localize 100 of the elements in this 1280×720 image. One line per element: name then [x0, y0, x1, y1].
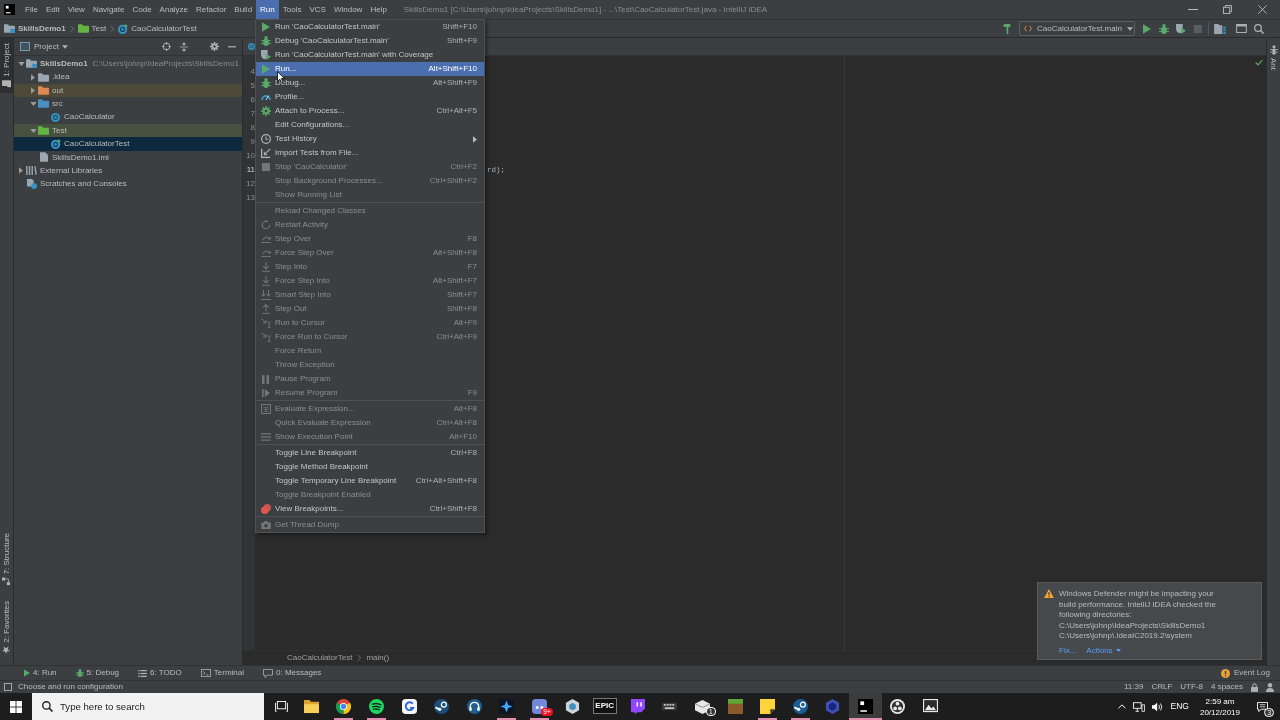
status-item[interactable]: 11:39 — [1123, 682, 1144, 692]
four-squares-icon[interactable] — [10, 700, 22, 713]
tool-window-button[interactable]: 6: TODO — [135, 666, 185, 680]
segmented-circle-icon[interactable] — [336, 699, 352, 714]
menu-item[interactable]: Run — [256, 0, 279, 19]
breadcrumb[interactable]: Test — [77, 23, 107, 34]
crosshair-icon[interactable] — [162, 42, 171, 51]
tool-window-button[interactable]: Terminal — [197, 666, 247, 680]
menu-item[interactable]: Show Execution Point Alt+F10 — [256, 430, 484, 444]
restore-icon[interactable] — [1223, 5, 1232, 14]
tree-item[interactable]: SkillsDemo1.iml — [14, 150, 242, 165]
menu-item[interactable]: Edit Configurations... — [256, 118, 484, 132]
breadcrumb[interactable]: SkillsDemo1 — [4, 23, 66, 34]
menu-item[interactable]: File — [21, 0, 42, 19]
tree-item[interactable]: Test — [14, 123, 242, 138]
menu-item[interactable]: Step Into F7 — [256, 260, 484, 274]
menu-item[interactable]: Stop 'CaoCalculator' Ctrl+F2 — [256, 160, 484, 174]
status-item[interactable]: CRLF — [1151, 682, 1173, 692]
menu-item[interactable]: View Breakpoints... Ctrl+Shift+F8 — [256, 502, 484, 516]
shield-play-icon[interactable] — [1175, 23, 1186, 34]
chevron-up-icon[interactable] — [1117, 704, 1126, 709]
tree-item[interactable]: External Libraries — [14, 164, 242, 178]
speech-box-icon[interactable] — [629, 699, 645, 714]
menu-item[interactable]: Toggle Temporary Line Breakpoint Ctrl+Alt+Shift+F8 — [256, 474, 484, 488]
triangle-down-icon[interactable] — [29, 101, 37, 106]
disc-icon[interactable] — [434, 699, 450, 714]
person-icon[interactable] — [1266, 682, 1274, 692]
landscape-icon[interactable] — [923, 699, 939, 714]
note-icon[interactable] — [760, 699, 776, 714]
folder-icon[interactable] — [303, 699, 319, 714]
menu-item[interactable]: Import Tests from File... — [256, 146, 484, 160]
circle-icon[interactable] — [248, 43, 255, 50]
notification-link[interactable]: Actions — [1086, 645, 1121, 656]
disc-icon[interactable] — [792, 699, 808, 714]
converging-arrows-icon[interactable] — [180, 41, 188, 52]
menu-item[interactable]: Step Over F8 — [256, 232, 484, 246]
menu-item[interactable]: Tools — [278, 0, 306, 19]
triangle-down-icon[interactable] — [17, 61, 25, 66]
rounded-tile-icon[interactable] — [401, 699, 417, 714]
tree-item[interactable]: out — [14, 83, 242, 98]
menu-item[interactable]: Step Out Shift+F8 — [256, 302, 484, 316]
run-configuration-dropdown[interactable]: CaoCalculatorTest.main — [1019, 21, 1135, 36]
tree-item[interactable]: Scratches and Consoles — [14, 177, 242, 191]
menu-item[interactable]: Run to Cursor Alt+F9 — [256, 316, 484, 330]
hammer-icon[interactable] — [1001, 23, 1012, 34]
lock-icon[interactable] — [1251, 682, 1258, 692]
breadcrumb[interactable]: main() — [366, 653, 390, 663]
block-icon[interactable] — [727, 699, 743, 714]
play-icon[interactable] — [1142, 23, 1151, 34]
three-dot-circle-icon[interactable] — [890, 699, 906, 714]
tree-item[interactable]: .idea — [14, 70, 242, 84]
breadcrumb[interactable]: CaoCalculatorTest — [118, 23, 197, 34]
menu-item[interactable]: Stop Background Processes... Ctrl+Shift+F2 — [256, 174, 484, 188]
menu-item[interactable]: Edit — [41, 0, 64, 19]
panel-title[interactable]: Project — [34, 41, 59, 52]
bug-icon[interactable] — [1158, 23, 1169, 34]
language-indicator[interactable]: ENG — [1170, 701, 1189, 712]
menu-item[interactable]: Force Step Into Alt+Shift+F7 — [256, 274, 484, 288]
menu-item[interactable]: Refactor — [192, 0, 231, 19]
menu-item[interactable]: Debug 'CaoCalculatorTest.main' Shift+F9 — [256, 34, 484, 48]
status-item[interactable]: 4 spaces — [1210, 682, 1243, 692]
tool-window-tab[interactable]: Ant — [1267, 43, 1280, 72]
notification-link[interactable]: Fix... — [1059, 645, 1077, 656]
menu-item[interactable]: Debug... Alt+Shift+F9 — [256, 76, 484, 90]
tool-window-button[interactable]: 0: Messages — [260, 666, 325, 680]
menu-item[interactable]: Navigate — [88, 0, 129, 19]
menu-item[interactable]: Attach to Process... Ctrl+Alt+F5 — [256, 104, 484, 118]
square-icon[interactable] — [4, 683, 12, 691]
menu-item[interactable]: Build — [230, 0, 257, 19]
triangle-right-icon[interactable] — [31, 73, 35, 81]
search-field[interactable]: Type here to search — [32, 693, 264, 720]
menu-item[interactable]: Window — [329, 0, 367, 19]
minimize-icon[interactable] — [228, 45, 236, 48]
clock-date[interactable]: 20/12/2019 — [1199, 706, 1240, 718]
menu-item[interactable]: Test History — [256, 132, 484, 146]
tree-item[interactable]: CaoCalculator — [14, 110, 242, 124]
tool-window-tab[interactable]: 7: Structure — [0, 527, 13, 591]
circle-arcs-icon[interactable] — [369, 699, 384, 714]
menu-item[interactable]: Throw Exception — [256, 358, 484, 372]
triangle-right-icon[interactable] — [19, 167, 23, 175]
folder-grid-icon[interactable] — [1213, 23, 1226, 34]
tree-item[interactable]: CaoCalculatorTest — [14, 137, 242, 151]
monitor-icon[interactable] — [1132, 701, 1145, 712]
hexagon-icon[interactable] — [564, 699, 580, 714]
status-item[interactable]: UTF-8 — [1180, 682, 1203, 692]
tool-window-button[interactable]: 5: Debug — [72, 666, 123, 680]
logo-icon[interactable] — [857, 699, 873, 714]
menu-item[interactable]: View — [63, 0, 89, 19]
breadcrumb[interactable]: CaoCalculatorTest — [287, 653, 353, 663]
logo-text[interactable]: EPIC — [592, 698, 617, 714]
menu-item[interactable]: Run... Alt+Shift+F10 — [256, 62, 484, 76]
menu-item[interactable]: Pause Program — [256, 372, 484, 386]
menu-item[interactable]: Toggle Method Breakpoint — [256, 460, 484, 474]
menu-item[interactable]: Toggle Breakpoint Enabled — [256, 488, 484, 502]
minimize-icon[interactable] — [1187, 9, 1198, 10]
tool-window-tab[interactable]: 1: Project — [0, 38, 13, 93]
event-log-button[interactable]: Event Log — [1220, 668, 1270, 678]
triangle-down-icon[interactable] — [29, 128, 37, 133]
menu-item[interactable]: Smart Step Into Shift+F7 — [256, 288, 484, 302]
search-icon[interactable] — [1253, 23, 1264, 34]
